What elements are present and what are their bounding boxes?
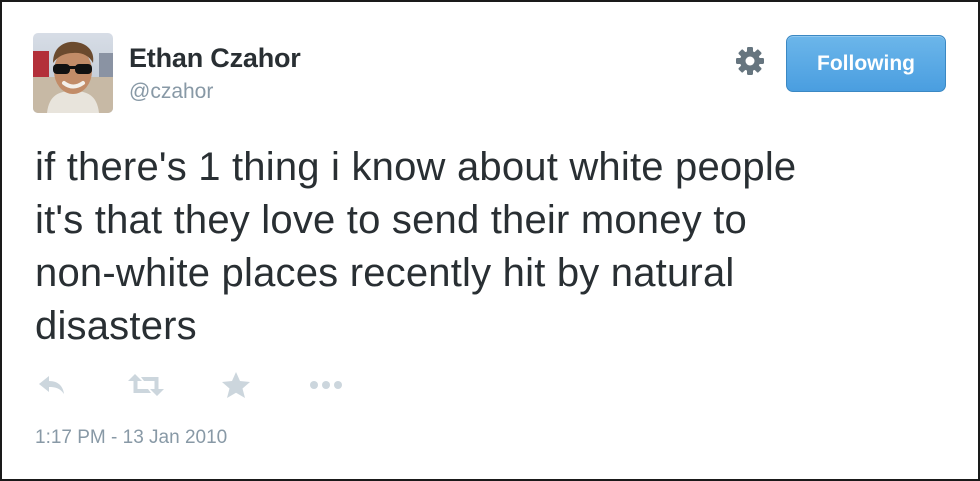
tweet-text-line: disasters [35, 304, 197, 348]
tweet-text-line: if there's 1 thing i know about white pe… [35, 145, 797, 189]
avatar[interactable] [33, 33, 113, 113]
tweet-card: Ethan Czahor @czahor Following if there'… [0, 0, 980, 481]
tweet-text-line: non-white places recently hit by natural [35, 251, 735, 295]
author-handle[interactable]: @czahor [129, 80, 213, 104]
tweet-text: if there's 1 thing i know about white pe… [35, 141, 935, 353]
tweet-text-line: it's that they love to send their money … [35, 198, 747, 242]
author-name[interactable]: Ethan Czahor [129, 43, 301, 74]
reply-icon[interactable] [37, 370, 67, 400]
favorite-star-icon[interactable] [221, 370, 251, 400]
retweet-icon[interactable] [127, 370, 165, 400]
profile-photo-icon [33, 33, 113, 113]
following-button[interactable]: Following [786, 35, 946, 92]
tweet-timestamp[interactable]: 1:17 PM - 13 Jan 2010 [35, 427, 227, 449]
gear-icon[interactable] [733, 44, 767, 78]
more-dots-icon[interactable] [309, 370, 345, 400]
